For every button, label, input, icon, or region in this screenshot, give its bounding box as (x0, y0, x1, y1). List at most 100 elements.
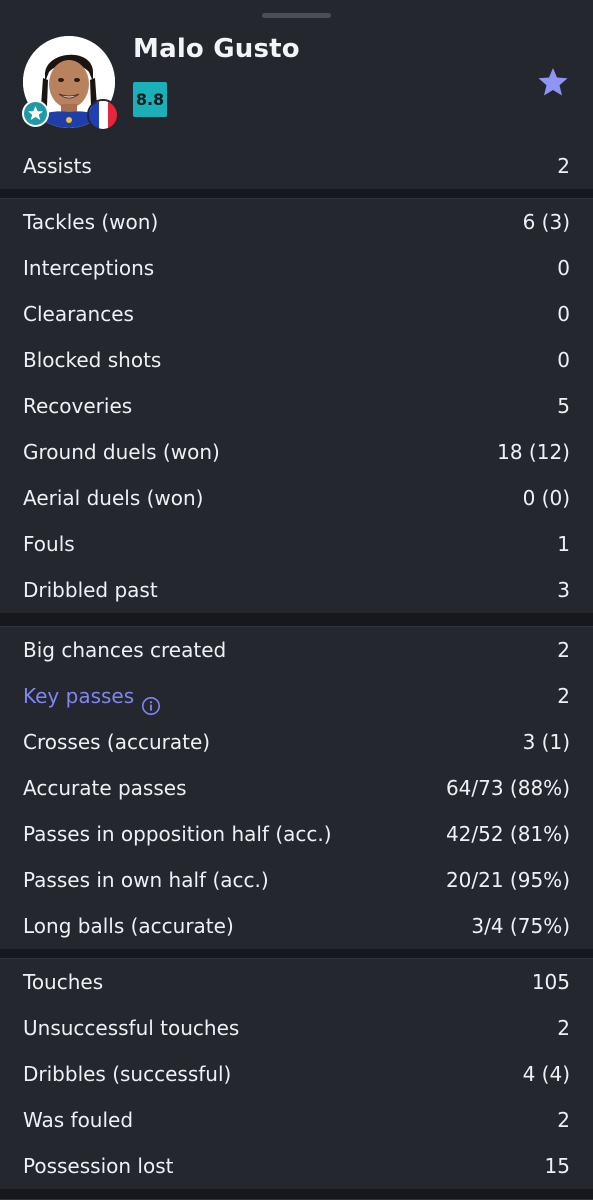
stat-label: Passes in opposition half (acc.) (23, 811, 332, 857)
stat-label: Recoveries (23, 383, 132, 429)
stat-label: Tackles (won) (23, 199, 158, 245)
favorite-star-icon[interactable] (537, 67, 569, 97)
stat-row-crosses: Crosses (accurate) 3 (1) (0, 719, 593, 765)
france-flag-icon (87, 99, 119, 131)
stat-value: 18 (12) (497, 440, 570, 464)
stat-label-text: Big chances created (23, 638, 227, 662)
stat-label-text: Tackles (won) (23, 210, 159, 234)
stat-value: 2 (557, 154, 570, 178)
stat-row-blocked-shots: Blocked shots 0 (0, 337, 593, 383)
stat-value: 105 (531, 970, 570, 994)
stat-label: Unsuccessful touches (23, 1005, 239, 1051)
player-header: Malo Gusto 8.8 (0, 0, 593, 150)
stat-value: 0 (557, 256, 570, 280)
stat-row-passes-in-opposition-half: Passes in opposition half (acc.) 42/52 (8… (0, 811, 593, 857)
stat-label: Dribbles (successful) (23, 1051, 231, 1097)
stat-value: 0 (0) (522, 486, 570, 510)
stat-value: 5 (557, 394, 570, 418)
stat-row-long-balls: Long balls (accurate) 3/4 (75%) (0, 903, 593, 949)
stat-row-clearances: Clearances 0 (0, 291, 593, 337)
stat-label-text: Ground duels (won) (23, 440, 220, 464)
stat-row-unsuccessful-touches: Unsuccessful touches 2 (0, 1005, 593, 1051)
stat-value: 2 (557, 1016, 570, 1040)
stat-label: Assists (23, 143, 92, 189)
stat-label: Touches (23, 959, 103, 1005)
stat-label-text: Aerial duels (won) (23, 486, 204, 510)
stat-row-dribbles: Dribbles (successful) 4 (4) (0, 1051, 593, 1097)
stat-label-text: Long balls (accurate) (23, 914, 234, 938)
stat-label-text: Crosses (accurate) (23, 730, 211, 754)
stat-label: Clearances (23, 291, 134, 337)
player-avatar-group[interactable] (22, 36, 119, 131)
stat-row-assists: Assists 2 (0, 143, 593, 189)
stat-label-text: Passes in opposition half (acc.) (23, 822, 332, 846)
stat-row-key-passes[interactable]: Key passes 2 (0, 673, 593, 719)
stat-row-possession-lost: Possession lost 15 (0, 1143, 593, 1189)
stat-value: 2 (557, 1108, 570, 1132)
stat-value: 0 (557, 302, 570, 326)
section-divider (0, 949, 593, 959)
info-icon[interactable] (141, 686, 161, 715)
stat-row-fouls: Fouls 1 (0, 521, 593, 567)
stat-label: Possession lost (23, 1143, 173, 1189)
stats-section: Tackles (won) 6 (3) Interceptions 0 Clearanc… (0, 199, 593, 613)
stat-row-was-fouled: Was fouled 2 (0, 1097, 593, 1143)
stat-value: 4 (4) (522, 1062, 570, 1086)
stat-row-touches: Touches 105 (0, 959, 593, 1005)
player-name[interactable]: Malo Gusto (133, 34, 300, 64)
stat-label-text: Accurate passes (23, 776, 187, 800)
stat-label: Crosses (accurate) (23, 719, 210, 765)
stat-label: Ground duels (won) (23, 429, 220, 475)
stat-label[interactable]: Key passes (23, 673, 161, 719)
stat-row-passes-in-own-half: Passes in own half (acc.) 20/21 (95%) (0, 857, 593, 903)
stat-row-dribbled-past: Dribbled past 3 (0, 567, 593, 613)
stat-row-ground-duels: Ground duels (won) 18 (12) (0, 429, 593, 475)
stat-label-text: Interceptions (23, 256, 155, 280)
section-divider (0, 1189, 593, 1200)
stat-label-text: Was fouled (23, 1108, 134, 1132)
stat-value: 2 (557, 638, 570, 662)
stat-label-text: Blocked shots (23, 348, 162, 372)
stat-value: 42/52 (81%) (445, 822, 570, 846)
stat-label: Fouls (23, 521, 75, 567)
rating-badge: 8.8 (133, 82, 167, 117)
player-stats-sheet: Malo Gusto 8.8 Assists 2 Tackles (won) 6 (3… (0, 0, 593, 1200)
stat-label-text: Touches (23, 970, 104, 994)
section-divider (0, 189, 593, 199)
stat-label: Was fouled (23, 1097, 133, 1143)
stat-label-text: Passes in own half (acc.) (23, 868, 269, 892)
stat-label-text: Recoveries (23, 394, 133, 418)
stat-label: Accurate passes (23, 765, 187, 811)
stat-value: 64/73 (88%) (445, 776, 570, 800)
stat-label-text: Fouls (23, 532, 75, 556)
stat-label-text: Assists (23, 154, 92, 178)
stat-value: 15 (544, 1154, 570, 1178)
stat-label: Long balls (accurate) (23, 903, 234, 949)
stat-label-text: Clearances (23, 302, 134, 326)
stat-row-interceptions: Interceptions 0 (0, 245, 593, 291)
stats-section: Assists 2 (0, 143, 593, 189)
stat-row-accurate-passes: Accurate passes 64/73 (88%) (0, 765, 593, 811)
stat-label-text[interactable]: Key passes (23, 684, 134, 708)
stat-value: 6 (3) (522, 210, 570, 234)
stats-section: Big chances created 2 Key passes 2 Crosses (… (0, 627, 593, 949)
stat-label-text: Unsuccessful touches (23, 1016, 240, 1040)
stat-value: 20/21 (95%) (445, 868, 570, 892)
stat-label-text: Dribbles (successful) (23, 1062, 232, 1086)
stat-label-text: Dribbled past (23, 578, 158, 602)
stat-row-tackles: Tackles (won) 6 (3) (0, 199, 593, 245)
stats-section: Touches 105 Unsuccessful touches 2 Dribbles … (0, 959, 593, 1189)
stat-value: 3/4 (75%) (471, 914, 570, 938)
stat-label: Interceptions (23, 245, 154, 291)
stat-label: Passes in own half (acc.) (23, 857, 269, 903)
stat-value: 0 (557, 348, 570, 372)
stat-value: 2 (557, 684, 570, 708)
star-badge-icon (22, 100, 49, 127)
stat-value: 3 (557, 578, 570, 602)
stat-label-text: Possession lost (23, 1154, 174, 1178)
stat-row-aerial-duels: Aerial duels (won) 0 (0) (0, 475, 593, 521)
stat-label: Blocked shots (23, 337, 161, 383)
stat-value: 3 (1) (522, 730, 570, 754)
stat-label: Big chances created (23, 627, 226, 673)
stat-label: Aerial duels (won) (23, 475, 203, 521)
